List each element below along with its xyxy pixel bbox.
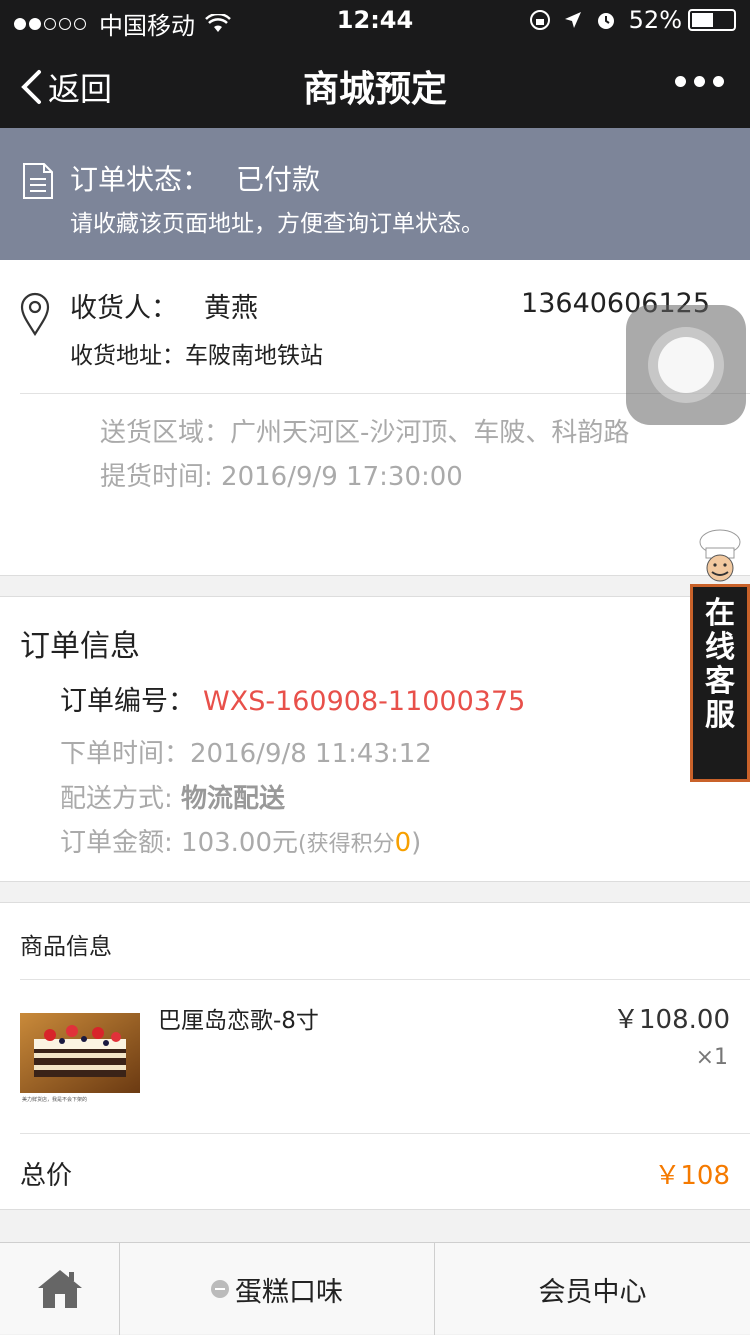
tab-cake-flavor[interactable]: 蛋糕口味 xyxy=(120,1243,435,1335)
order-number-line: 订单编号： WXS-160908-11000375 xyxy=(60,679,525,718)
delivery-area: 送货区域：广州天河区-沙河顶、车陂、科韵路 xyxy=(100,412,629,449)
delivery-method-line: 配送方式: 物流配送 xyxy=(60,778,285,815)
image-caption: 美力鲜货店，我是不会下架的 xyxy=(22,1096,87,1103)
page-title: 商城预定 xyxy=(302,69,447,110)
service-char: 客 xyxy=(705,664,735,699)
order-time-label: 下单时间： xyxy=(60,739,191,769)
pickup-time: 提货时间: 2016/9/9 17:30:00 xyxy=(100,456,463,493)
order-status-label: 订单状态： xyxy=(70,163,211,196)
order-amount: 103.00元 xyxy=(181,828,299,858)
alarm-icon xyxy=(597,13,614,29)
bottom-tab-bar: 蛋糕口味 会员中心 xyxy=(0,1242,750,1335)
assistive-touch-center xyxy=(658,337,714,393)
more-dot xyxy=(694,76,705,87)
tab-member-center[interactable]: 会员中心 xyxy=(435,1243,750,1335)
total-label: 总价 xyxy=(20,1161,73,1191)
order-status-banner: 订单状态： 已付款 请收藏该页面地址，方便查询订单状态。 xyxy=(0,128,750,260)
service-char: 服 xyxy=(705,698,735,733)
points-suffix: ) xyxy=(411,828,422,858)
location-pin-icon xyxy=(20,292,50,336)
delivery-area-label: 送货区域： xyxy=(100,418,231,448)
cake-image: 美力鲜货店，我是不会下架的 xyxy=(20,1013,140,1103)
order-info-title: 订单信息 xyxy=(20,629,140,664)
assistive-touch-button[interactable] xyxy=(626,305,746,425)
divider xyxy=(20,1133,750,1134)
order-number-label: 订单编号： xyxy=(60,686,195,717)
delivery-method: 物流配送 xyxy=(181,784,286,814)
location-icon xyxy=(564,12,581,28)
pickup-time-label: 提货时间: xyxy=(100,462,222,492)
order-info-card: 订单信息 订单编号： WXS-160908-11000375 下单时间：2016/… xyxy=(0,596,750,882)
order-amount-line: 订单金额: 103.00元(获得积分0) xyxy=(60,822,421,859)
nav-bar: 返回 商城预定 xyxy=(0,40,750,128)
points-value: 0 xyxy=(394,828,412,858)
tab-home[interactable] xyxy=(0,1243,120,1335)
online-service-label: 在 线 客 服 xyxy=(690,584,750,782)
minus-circle-icon xyxy=(211,1280,229,1298)
more-dot xyxy=(713,76,724,87)
order-amount-label: 订单金额: xyxy=(60,828,182,858)
product-price: ￥108.00 xyxy=(613,1005,730,1035)
product-image[interactable]: 美力鲜货店，我是不会下架的 xyxy=(20,1013,140,1103)
more-dot xyxy=(675,76,686,87)
receiver-line: 收货人： 黄燕 xyxy=(70,286,258,325)
status-bar: 中国移动 12:44 52% xyxy=(0,0,750,40)
order-status-line: 订单状态： 已付款 xyxy=(70,158,320,198)
delivery-method-label: 配送方式: xyxy=(60,784,182,814)
goods-header: 商品信息 xyxy=(20,934,112,960)
service-char: 线 xyxy=(705,630,735,665)
points-prefix: (获得积分 xyxy=(298,832,395,857)
document-icon xyxy=(23,163,53,199)
tab-cake-flavor-label: 蛋糕口味 xyxy=(235,1276,343,1308)
order-time-line: 下单时间：2016/9/8 11:43:12 xyxy=(60,733,432,770)
goods-card: 商品信息 美力鲜货店，我是不会下架的 巴厘岛恋歌-8寸 ￥108.00 ×1 总… xyxy=(0,902,750,1210)
chef-icon xyxy=(699,529,741,582)
product-quantity: ×1 xyxy=(695,1045,728,1070)
rotation-lock-icon xyxy=(529,10,550,30)
receiver-name: 黄燕 xyxy=(204,293,258,324)
total-price: ￥108 xyxy=(654,1161,730,1191)
product-name: 巴厘岛恋歌-8寸 xyxy=(158,1008,319,1034)
order-status-hint: 请收藏该页面地址，方便查询订单状态。 xyxy=(70,211,484,237)
battery-percent: 52% xyxy=(628,6,682,34)
address-value: 车陂南地铁站 xyxy=(185,343,323,369)
receiver-label: 收货人： xyxy=(70,293,178,324)
order-status-value: 已付款 xyxy=(236,163,321,196)
more-button[interactable] xyxy=(667,76,724,87)
home-icon xyxy=(37,1270,82,1308)
delivery-area-value: 广州天河区-沙河顶、车陂、科韵路 xyxy=(230,418,630,448)
online-service-button[interactable]: 在 线 客 服 xyxy=(690,528,750,782)
order-time: 2016/9/8 11:43:12 xyxy=(190,739,432,769)
address-label: 收货地址： xyxy=(70,343,185,369)
order-number: WXS-160908-11000375 xyxy=(203,686,526,717)
battery-icon xyxy=(688,9,736,31)
address-line: 收货地址：车陂南地铁站 xyxy=(70,336,323,370)
service-char: 在 xyxy=(705,596,735,631)
tab-member-center-label: 会员中心 xyxy=(538,1276,647,1308)
divider xyxy=(20,979,750,980)
status-right: 52% xyxy=(529,6,736,34)
pickup-time-value: 2016/9/9 17:30:00 xyxy=(221,462,463,492)
